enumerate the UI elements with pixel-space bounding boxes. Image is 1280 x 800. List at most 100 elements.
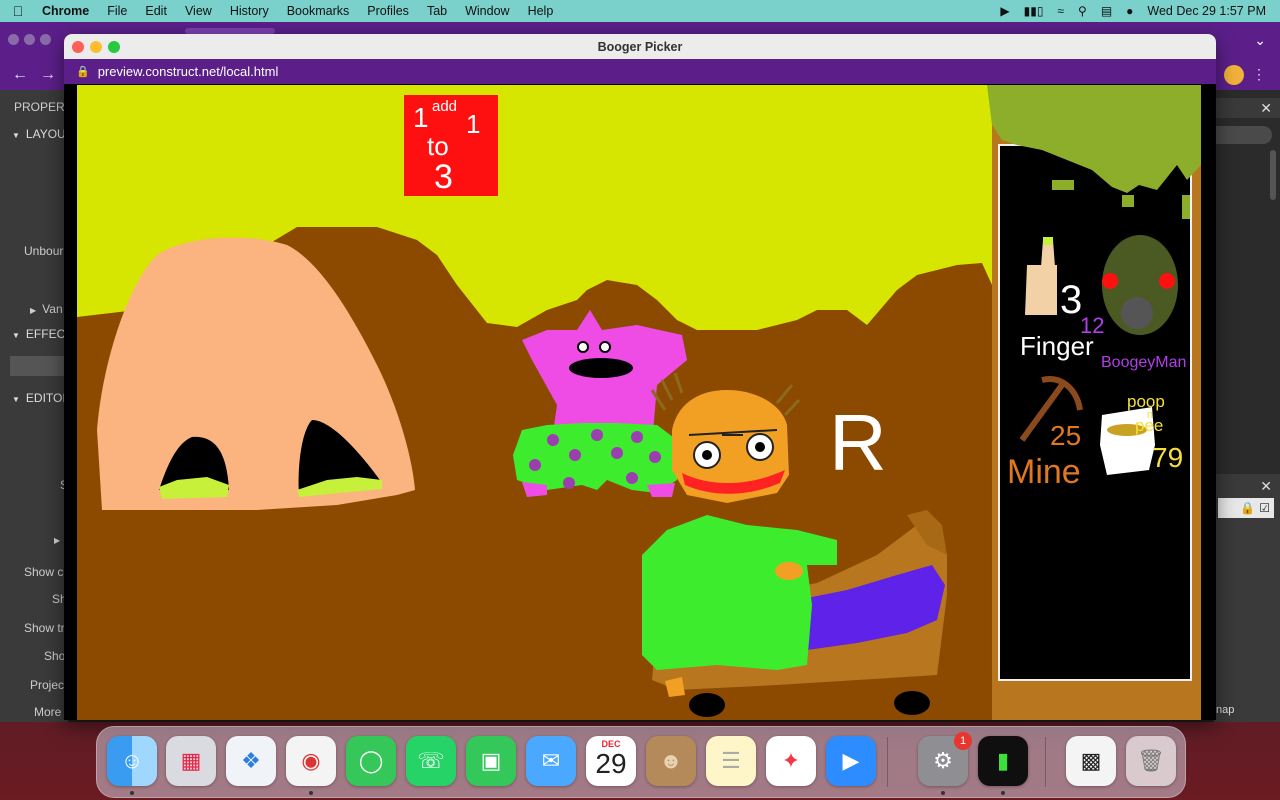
- minimize-window-button[interactable]: [90, 41, 102, 53]
- menu-file[interactable]: File: [98, 4, 136, 18]
- bg-max-light[interactable]: [40, 34, 51, 45]
- slime-drop: [1052, 180, 1074, 190]
- menu-help[interactable]: Help: [519, 4, 563, 18]
- url-text[interactable]: preview.construct.net/local.html: [98, 64, 279, 79]
- couch-wheel-right: [894, 691, 930, 715]
- menu-edit[interactable]: Edit: [136, 4, 176, 18]
- project-label: Projec: [30, 678, 65, 692]
- system-preferences-icon[interactable]: ⚙ 1: [918, 732, 972, 786]
- messages-icon[interactable]: ◯: [346, 736, 396, 786]
- project-scrollbar[interactable]: [1270, 150, 1276, 200]
- finder-icon[interactable]: ☺: [107, 736, 157, 786]
- checkbox-icon[interactable]: ☑: [1259, 501, 1270, 515]
- menu-profiles[interactable]: Profiles: [358, 4, 418, 18]
- safari-icon[interactable]: ❖: [226, 736, 276, 786]
- running-indicator: [1001, 791, 1005, 795]
- lock-icon-url: 🔒: [76, 66, 90, 78]
- project-search-field[interactable]: [1214, 126, 1272, 144]
- shorts-dot: [631, 431, 643, 443]
- effects-section-header[interactable]: ▼ EFFEC: [0, 327, 65, 341]
- window-title: Booger Picker: [597, 39, 683, 54]
- panel-tab-label[interactable]: nap: [1216, 704, 1234, 716]
- close-icon-layers[interactable]: ✕: [1260, 478, 1272, 495]
- search-icon[interactable]: ⚲: [1078, 4, 1087, 18]
- starfish-eye-right: [599, 341, 611, 353]
- poop-label-3: pee: [1135, 416, 1163, 435]
- layout-section-header[interactable]: ▼ LAYOU: [0, 127, 66, 141]
- shorts-dot: [563, 477, 575, 489]
- menu-window[interactable]: Window: [456, 4, 518, 18]
- trash-icon[interactable]: 🗑: [1126, 736, 1176, 786]
- effects-field[interactable]: [10, 356, 68, 376]
- contacts-icon[interactable]: ☻: [646, 736, 696, 786]
- chrome-icon[interactable]: ◉: [286, 736, 336, 786]
- zoom-icon[interactable]: ▶: [826, 736, 876, 786]
- calendar-icon[interactable]: DEC 29: [586, 736, 636, 786]
- profile-avatar[interactable]: [1224, 65, 1244, 85]
- shorts-dot: [529, 459, 541, 471]
- close-window-button[interactable]: [72, 41, 84, 53]
- preview-window: Booger Picker 🔒 preview.construct.net/lo…: [64, 34, 1216, 720]
- running-indicator: [309, 791, 313, 795]
- dock-separator: [887, 737, 888, 787]
- kebab-menu-icon[interactable]: ⋮: [1252, 66, 1266, 83]
- more-label[interactable]: More: [34, 705, 61, 719]
- menu-bookmarks[interactable]: Bookmarks: [278, 4, 359, 18]
- slime-drop: [1182, 195, 1190, 219]
- shorts-dot: [547, 434, 559, 446]
- lock-icon[interactable]: 🔒: [1240, 501, 1255, 515]
- boogeyman-eye: [1159, 273, 1175, 289]
- sign-line-3: 1: [466, 109, 480, 139]
- wifi-icon[interactable]: ≈: [1057, 4, 1064, 18]
- editor-section-header[interactable]: ▼ EDITOI: [0, 391, 66, 405]
- maximize-window-button[interactable]: [108, 41, 120, 53]
- shop-panel: 3 Finger 12 BoogeyMan 25 Mine poop n pee…: [987, 85, 1201, 720]
- status-area: ▶ ▮▮▯ ≈ ⚲ ▤ ● Wed Dec 29 1:57 PM: [1000, 4, 1280, 18]
- bg-close-light[interactable]: [8, 34, 19, 45]
- close-icon[interactable]: ✕: [1260, 100, 1272, 117]
- running-indicator: [130, 791, 134, 795]
- preview-thumbnail-icon[interactable]: ▩: [1066, 736, 1116, 786]
- menu-tab[interactable]: Tab: [418, 4, 456, 18]
- back-arrow-icon[interactable]: ←: [12, 66, 28, 84]
- player-hand: [775, 562, 803, 580]
- news-icon[interactable]: ✦: [766, 736, 816, 786]
- mine-label: Mine: [1007, 453, 1081, 491]
- properties-panel: PROPERT ▼ LAYOU Unbour ▶ Van ▼ EFFEC ▼ EDITO…: [0, 90, 72, 722]
- game-canvas[interactable]: 1 add 1 to 3 R 3 Finger 12 BoogeyMan 25 …: [77, 85, 1201, 720]
- window-title-bar: Booger Picker: [64, 34, 1216, 59]
- url-bar[interactable]: 🔒 preview.construct.net/local.html: [64, 59, 1216, 84]
- shorts-dot: [626, 472, 638, 484]
- play-icon[interactable]: ▶: [1000, 4, 1009, 18]
- boogeyman-price: 12: [1080, 313, 1104, 338]
- mail-icon[interactable]: ✉: [526, 736, 576, 786]
- apple-icon[interactable]: : [0, 3, 36, 19]
- siri-icon[interactable]: ●: [1126, 4, 1133, 18]
- battery-icon[interactable]: ▮▮▯: [1024, 4, 1044, 18]
- chevron-down-icon[interactable]: ⌄: [1254, 32, 1266, 49]
- boogeyman-mouth: [1121, 297, 1153, 329]
- bg-min-light[interactable]: [24, 34, 35, 45]
- facetime-icon[interactable]: ▣: [466, 736, 516, 786]
- menu-view[interactable]: View: [176, 4, 221, 18]
- sign-line-4: to: [427, 131, 449, 161]
- control-center-icon[interactable]: ▤: [1101, 4, 1112, 18]
- expand-triangle-icon[interactable]: ▶: [54, 536, 60, 545]
- show-t-label: Show tr: [24, 621, 65, 635]
- menu-clock[interactable]: Wed Dec 29 1:57 PM: [1147, 4, 1266, 18]
- player-shirt: [642, 515, 837, 670]
- whatsapp-icon[interactable]: ☏: [406, 736, 456, 786]
- sign-line-5: 3: [434, 158, 453, 196]
- sho-label: Sho: [44, 649, 66, 663]
- notes-icon[interactable]: ☰: [706, 736, 756, 786]
- menu-app-chrome[interactable]: Chrome: [36, 4, 98, 18]
- menu-history[interactable]: History: [221, 4, 278, 18]
- vanishing-label: ▶ Van: [30, 302, 63, 316]
- shorts-dot: [649, 451, 661, 463]
- battery-app-icon[interactable]: ▮: [978, 736, 1028, 786]
- layer-row[interactable]: 🔒 ☑: [1218, 498, 1274, 518]
- boogeyman-eye: [1102, 273, 1118, 289]
- launchpad-icon[interactable]: ▦: [166, 736, 216, 786]
- notification-badge: 1: [954, 732, 972, 750]
- forward-arrow-icon[interactable]: →: [40, 66, 56, 84]
